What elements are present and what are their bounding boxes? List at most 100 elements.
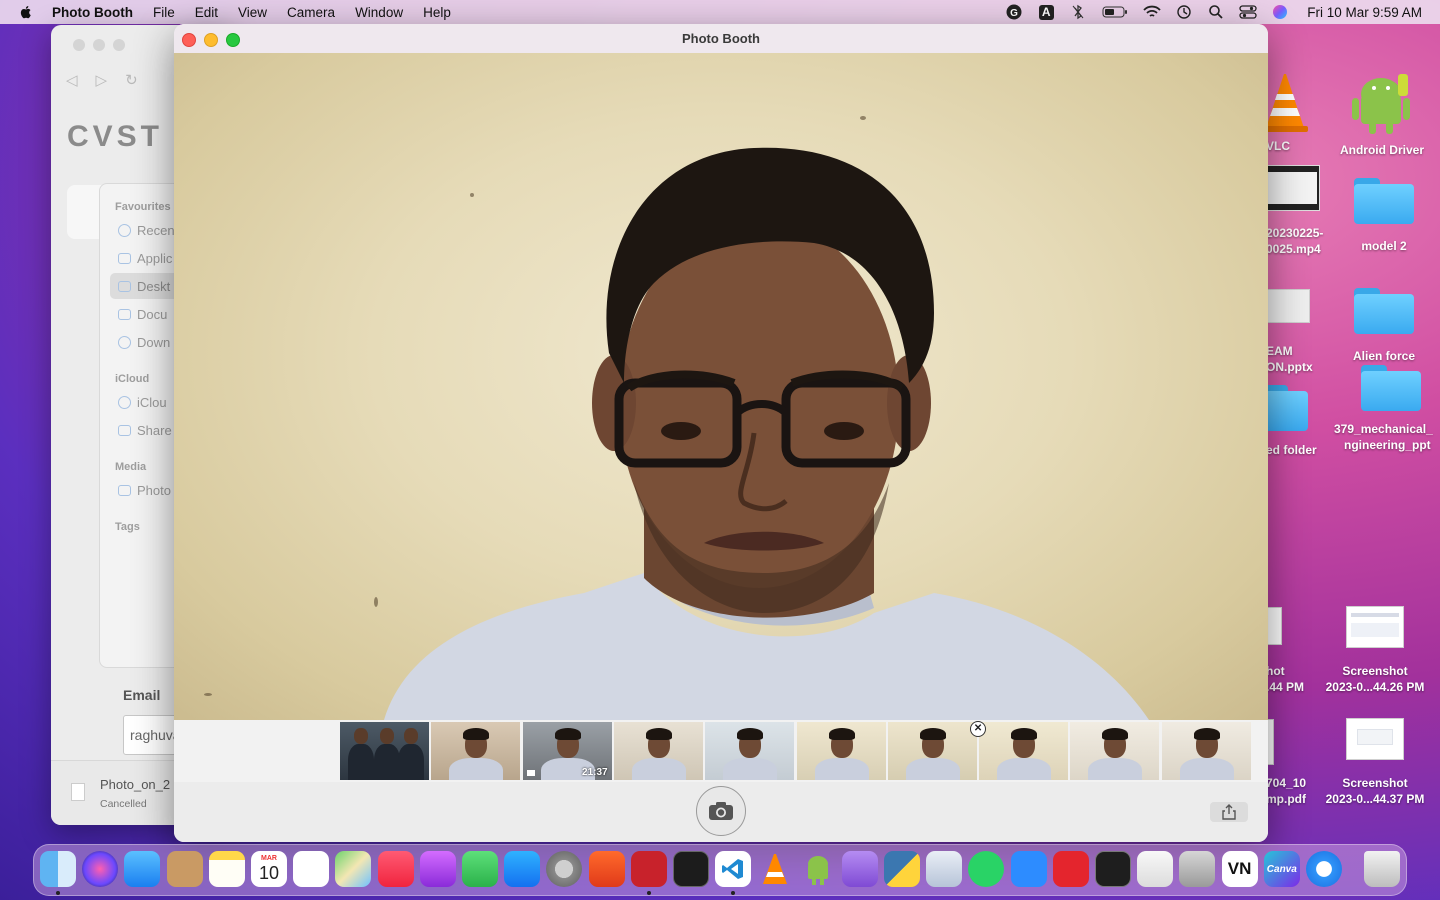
sidebar-item-label: iClou: [137, 394, 167, 410]
share-button[interactable]: [1210, 802, 1248, 822]
clock-icon: [118, 223, 131, 237]
contacts-icon[interactable]: [166, 851, 203, 887]
battery-icon[interactable]: [1101, 4, 1129, 20]
menu-file[interactable]: File: [153, 5, 175, 20]
window-title: Photo Booth: [682, 31, 760, 46]
folder-icon: [1354, 288, 1414, 334]
person-shirt: [348, 744, 374, 780]
photo-booth-icon[interactable]: [630, 851, 667, 887]
person-hair: [828, 728, 855, 740]
reminders-icon[interactable]: [293, 851, 330, 887]
whatsapp-icon[interactable]: [968, 851, 1005, 887]
terminal-icon[interactable]: [1095, 851, 1131, 887]
control-center-icon[interactable]: [1239, 4, 1257, 20]
canva-label: Canva: [1266, 863, 1297, 875]
siri-icon[interactable]: [82, 851, 119, 887]
mail-icon[interactable]: [124, 851, 161, 887]
music-icon[interactable]: [377, 851, 414, 887]
preview-icon[interactable]: [926, 851, 963, 887]
thumbnail-photo[interactable]: [613, 722, 703, 780]
app-store-icon[interactable]: [504, 851, 541, 887]
folder-icon: [1262, 385, 1308, 431]
thumbnail-photo[interactable]: [1161, 722, 1251, 780]
desktop-label-pptx-1: EAM: [1266, 344, 1293, 358]
time-machine-icon[interactable]: [1175, 4, 1193, 20]
sidebar-item-label: Recen: [137, 222, 175, 238]
facetime-icon[interactable]: [462, 851, 498, 887]
input-source-icon[interactable]: A: [1037, 4, 1055, 20]
photo-booth-window[interactable]: Photo Booth 21:37 ✕: [174, 24, 1268, 842]
menu-view[interactable]: View: [238, 5, 267, 20]
person-shirt: [997, 758, 1052, 780]
sidebar-item-label: Share: [137, 422, 172, 438]
bluetooth-icon[interactable]: [1069, 4, 1087, 20]
wifi-icon[interactable]: [1143, 4, 1161, 20]
vscode-logo: [722, 859, 744, 879]
vn-label: VN: [1227, 859, 1252, 878]
bg-nav-buttons: ◁ ▷ ↻: [66, 71, 138, 89]
vscode-icon[interactable]: [715, 851, 752, 887]
grammarly-icon[interactable]: G: [1005, 4, 1023, 20]
vlc-cone: [763, 854, 788, 884]
email-label: Email: [123, 687, 161, 703]
thumbnail-photo[interactable]: [1070, 722, 1160, 780]
thumbnail-photo[interactable]: [705, 722, 795, 780]
person-hair: [554, 728, 581, 740]
back-icon[interactable]: ◁: [66, 71, 78, 89]
person-figure: [384, 147, 1149, 720]
maps-icon[interactable]: [335, 851, 372, 887]
wps-icon[interactable]: [1052, 851, 1089, 887]
menu-app-name[interactable]: Photo Booth: [52, 5, 133, 20]
reload-icon[interactable]: ↻: [125, 71, 138, 89]
activity-monitor-icon[interactable]: [673, 851, 709, 887]
vn-icon[interactable]: VN: [1221, 851, 1258, 887]
finder-icon[interactable]: [40, 851, 76, 887]
person-hair: [645, 728, 672, 740]
forward-icon[interactable]: ▷: [96, 71, 108, 89]
safari-icon[interactable]: [1306, 851, 1342, 887]
cloud-icon: [118, 395, 131, 409]
camera-icon: [118, 484, 131, 496]
screenshot-file-icon: [1346, 606, 1404, 648]
menu-window[interactable]: Window: [355, 5, 403, 20]
system-settings-icon[interactable]: [546, 851, 583, 887]
title-bar[interactable]: Photo Booth: [174, 24, 1268, 54]
apple-menu-icon[interactable]: [18, 4, 34, 20]
menu-edit[interactable]: Edit: [195, 5, 218, 20]
menu-camera[interactable]: Camera: [287, 5, 335, 20]
siri-icon[interactable]: [1271, 4, 1289, 20]
desktop-label-ss1-2: 2023-0...44.26 PM: [1325, 680, 1425, 694]
running-indicator: [731, 891, 736, 895]
android-icon[interactable]: [800, 851, 836, 887]
thumbnail-photo[interactable]: [431, 722, 521, 780]
brave-icon[interactable]: [588, 851, 625, 887]
download-filename[interactable]: Photo_on_2: [100, 777, 170, 792]
sidebar-item-label: Photo: [137, 482, 171, 498]
zoom-icon[interactable]: [1010, 851, 1047, 887]
thumbnail-photo[interactable]: [887, 722, 977, 780]
remove-thumbnail-button[interactable]: ✕: [970, 721, 987, 737]
github-icon[interactable]: [841, 851, 878, 887]
menu-help[interactable]: Help: [423, 5, 451, 20]
android-icon: [1352, 74, 1410, 134]
desktop-label-ed-folder: ed folder: [1266, 443, 1317, 457]
thumbnail-video[interactable]: 21:37: [522, 722, 612, 780]
python-icon[interactable]: [884, 851, 920, 887]
calendar-icon[interactable]: MAR 10: [251, 851, 287, 887]
take-photo-button[interactable]: [696, 786, 746, 836]
trash-icon[interactable]: [1364, 851, 1401, 887]
desktop-label-vlc: VLC: [1266, 139, 1290, 153]
desktop-label-379-2: ngineering_ppt: [1344, 438, 1431, 452]
notes-icon[interactable]: [208, 851, 245, 887]
vlc-icon[interactable]: [757, 851, 793, 887]
podcasts-icon[interactable]: [419, 851, 456, 887]
spotlight-icon[interactable]: [1207, 4, 1225, 20]
unity-icon[interactable]: [1179, 851, 1216, 887]
thumbnail-photo[interactable]: [796, 722, 886, 780]
textedit-icon[interactable]: [1137, 851, 1174, 887]
menu-clock[interactable]: Fri 10 Mar 9:59 AM: [1307, 5, 1422, 20]
canva-icon[interactable]: Canva: [1263, 851, 1300, 887]
person-hair: [919, 728, 946, 740]
thumbnail-photo[interactable]: [340, 722, 429, 780]
thumbnail-photo[interactable]: [979, 722, 1069, 780]
